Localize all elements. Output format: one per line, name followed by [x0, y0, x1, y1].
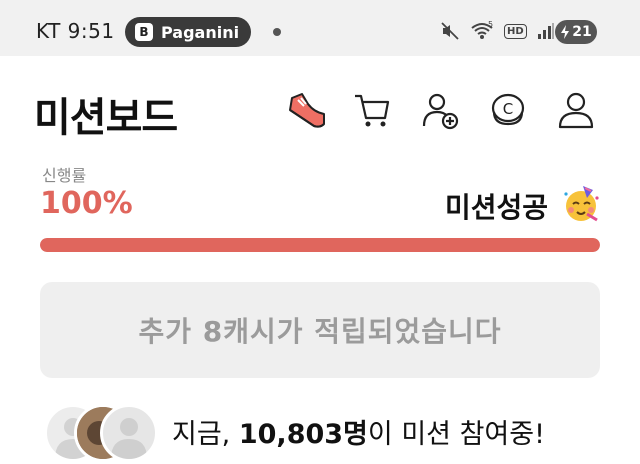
status-bar-time: KT 9:51 [36, 19, 115, 43]
avatar [100, 404, 158, 462]
add-friend-icon[interactable] [418, 88, 462, 132]
hd-icon: HD [504, 23, 527, 39]
signal-icon [537, 23, 554, 39]
participants-suffix: 이 미션 참여중! [367, 419, 545, 450]
mute-icon [441, 22, 459, 40]
status-bar: KT 9:51 B Paganini 5 HD 21 [0, 0, 640, 56]
cash-reward-text: 추가 8캐시가 적립되었습니다 [138, 315, 502, 348]
party-face-icon [561, 184, 601, 224]
sneaker-icon[interactable] [284, 88, 328, 132]
cash-reward-notice: 추가 8캐시가 적립되었습니다 [40, 282, 600, 378]
clock-label: 9:51 [67, 19, 115, 43]
mission-status-label: 미션성공 [444, 191, 548, 224]
progress-bar-fill [40, 238, 600, 252]
participants-prefix: 지금, [172, 419, 239, 450]
battery-level: 21 [572, 24, 592, 40]
cart-icon[interactable] [350, 88, 394, 132]
mission-status: 미션성공 [445, 186, 548, 226]
status-icons: 5 HD [440, 20, 555, 42]
header-actions: C [284, 88, 604, 132]
notification-dot-icon [273, 28, 281, 36]
page-title: 미션보드 [34, 95, 178, 141]
progress-label: 신행률 [42, 166, 87, 185]
participant-avatars [44, 404, 164, 464]
progress-bar [40, 238, 600, 252]
battery-indicator: 21 [555, 20, 597, 44]
carrier-label: KT [36, 19, 61, 43]
wifi-icon: 5 [471, 21, 493, 39]
network-gen-label: 5 [488, 21, 493, 29]
notification-app-label: Paganini [161, 22, 240, 42]
cash-icon-glyph: C [503, 100, 513, 118]
notification-pill[interactable]: B Paganini [125, 17, 251, 47]
profile-icon[interactable] [554, 88, 598, 132]
participants-count-text: 지금, 10,803명이 미션 참여중! [172, 412, 545, 451]
cash-icon[interactable]: C [486, 88, 530, 132]
participants-count: 10,803명 [238, 419, 368, 450]
progress-percent: 100% [40, 186, 133, 221]
app-badge-icon: B [135, 23, 153, 41]
charging-icon [561, 25, 570, 39]
